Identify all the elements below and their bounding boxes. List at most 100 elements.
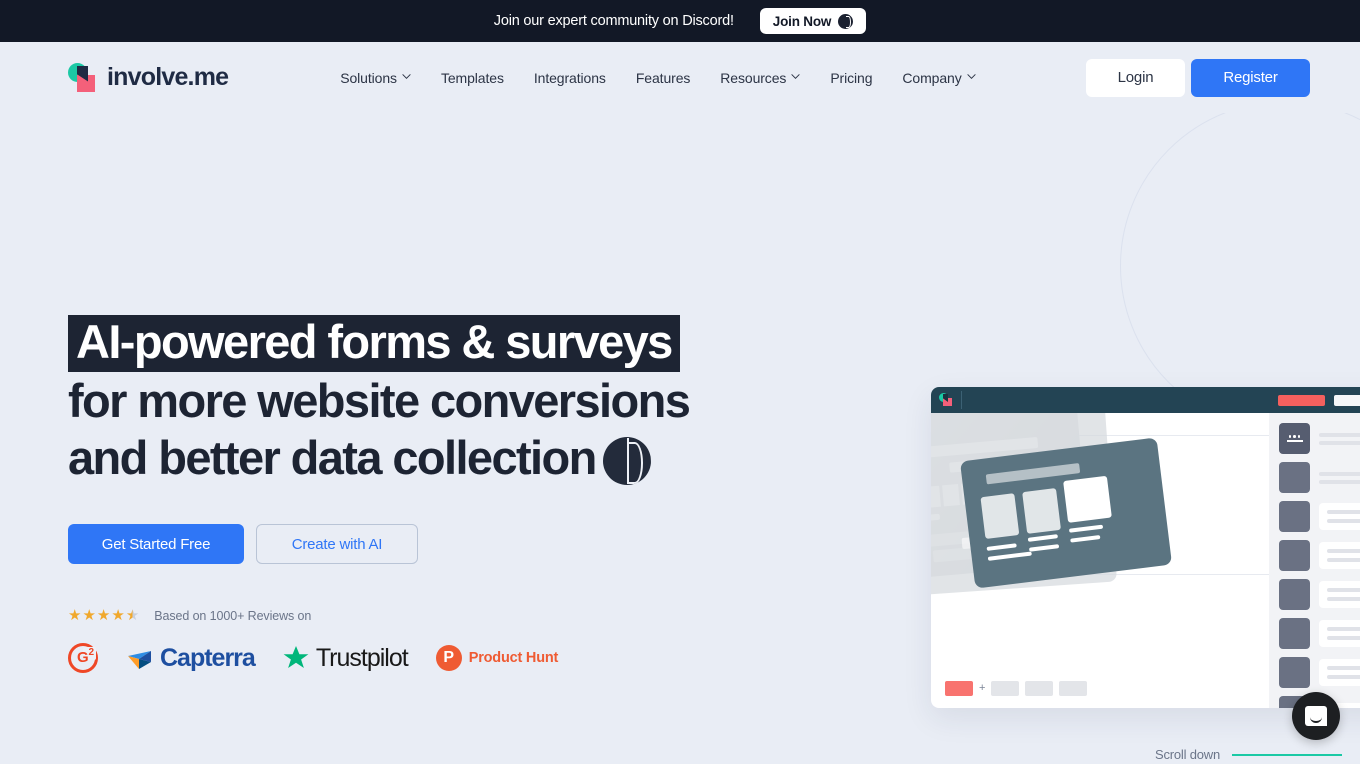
create-with-ai-button[interactable]: Create with AI bbox=[256, 524, 418, 564]
get-started-free-button[interactable]: Get Started Free bbox=[68, 524, 244, 564]
sidebar-item[interactable] bbox=[1279, 501, 1360, 532]
app-mockup-body: + bbox=[931, 413, 1360, 708]
sidebar-tile-icon bbox=[1279, 579, 1310, 610]
nav-item-solutions[interactable]: Solutions bbox=[340, 70, 411, 86]
page-tab[interactable] bbox=[1059, 681, 1088, 696]
badge-capterra[interactable]: Capterra bbox=[126, 643, 256, 673]
nav-label-company: Company bbox=[902, 69, 962, 86]
hero-content: AI-powered forms & surveys for more webs… bbox=[68, 313, 728, 673]
sidebar-item[interactable] bbox=[1279, 657, 1360, 688]
badge-product-hunt[interactable]: P Product Hunt bbox=[435, 645, 559, 671]
logo[interactable]: involve.me bbox=[68, 62, 229, 93]
page-tabs[interactable]: + bbox=[945, 681, 1088, 696]
badge-trustpilot[interactable]: Trustpilot bbox=[283, 643, 409, 673]
capterra-label: Capterra bbox=[160, 643, 256, 672]
sidebar-skeleton bbox=[1319, 471, 1360, 484]
star-icon: ★ bbox=[68, 607, 82, 624]
trustpilot-label: Trustpilot bbox=[315, 643, 409, 672]
sidebar-skeleton-card bbox=[1319, 620, 1360, 647]
sidebar-item[interactable] bbox=[1279, 579, 1360, 610]
rating-stars: ★ ★ ★ ★ ★ bbox=[68, 608, 139, 623]
scroll-down-line bbox=[1232, 753, 1342, 756]
nav-label-integrations: Integrations bbox=[533, 69, 606, 86]
app-logo-icon bbox=[939, 393, 953, 407]
nav-label-features: Features bbox=[635, 69, 691, 86]
nav-label-solutions: Solutions bbox=[340, 69, 397, 86]
badge-g2[interactable]: G 2 bbox=[68, 643, 98, 673]
sidebar-skeleton-card bbox=[1319, 581, 1360, 608]
sidebar-tile-icon bbox=[1279, 501, 1310, 532]
scroll-down-label: Scroll down bbox=[1155, 747, 1220, 762]
announcement-text: Join our expert community on Discord! bbox=[493, 13, 734, 29]
app-mockup-toolbar bbox=[931, 387, 1360, 413]
page-tab[interactable] bbox=[1025, 681, 1054, 696]
chat-bubble-icon bbox=[1305, 706, 1327, 726]
sidebar-tile-icon bbox=[1279, 423, 1310, 454]
page-tab[interactable] bbox=[991, 681, 1020, 696]
involveme-sphere-icon bbox=[602, 437, 651, 485]
sidebar-skeleton-card bbox=[1319, 503, 1360, 530]
reviews-summary: ★ ★ ★ ★ ★ Based on 1000+ Reviews on bbox=[68, 608, 728, 623]
involveme-sphere-icon bbox=[838, 13, 854, 29]
main-nav: Solutions Templates Integrations Feature… bbox=[340, 69, 976, 86]
cta-row: Get Started Free Create with AI bbox=[68, 524, 728, 564]
capterra-icon bbox=[126, 645, 153, 672]
chat-widget-button[interactable] bbox=[1292, 692, 1340, 740]
nav-item-pricing[interactable]: Pricing bbox=[830, 70, 872, 86]
join-now-label: Join Now bbox=[772, 13, 832, 29]
chevron-down-icon bbox=[402, 72, 411, 81]
join-now-button[interactable]: Join Now bbox=[759, 8, 867, 34]
sidebar-tile-icon bbox=[1279, 618, 1310, 649]
nav-item-integrations[interactable]: Integrations bbox=[534, 70, 606, 86]
decorative-arc bbox=[1120, 113, 1360, 431]
announcement-banner: Join our expert community on Discord! Jo… bbox=[0, 0, 1360, 42]
star-icon: ★ bbox=[111, 607, 125, 624]
headline-line-2: for more website conversions bbox=[68, 374, 691, 427]
chevron-down-icon bbox=[967, 72, 976, 81]
toolbar-actions bbox=[1278, 394, 1360, 406]
page-title: AI-powered forms & surveys for more webs… bbox=[68, 313, 728, 486]
sidebar-item[interactable] bbox=[1279, 423, 1360, 454]
star-half-icon: ★ bbox=[125, 607, 140, 624]
nav-item-templates[interactable]: Templates bbox=[441, 70, 504, 86]
g2-superscript: 2 bbox=[88, 647, 94, 658]
toolbar-divider bbox=[961, 391, 962, 409]
headline-highlight: AI-powered forms & surveys bbox=[68, 315, 680, 372]
chevron-down-icon bbox=[791, 72, 800, 81]
sidebar-item[interactable] bbox=[1279, 462, 1360, 493]
app-mockup-window: + bbox=[931, 387, 1360, 708]
headline-line-3: and better data collection bbox=[68, 429, 728, 486]
add-page-button[interactable]: + bbox=[979, 683, 985, 694]
sidebar-skeleton bbox=[1319, 432, 1360, 445]
nav-label-templates: Templates bbox=[440, 69, 504, 86]
star-icon: ★ bbox=[82, 607, 96, 624]
logo-wordmark: involve.me bbox=[107, 63, 229, 91]
header-actions: Login Register bbox=[1086, 58, 1310, 97]
mockup-card-front bbox=[959, 437, 1173, 589]
site-header: involve.me Solutions Templates Integrati… bbox=[0, 42, 1360, 113]
logo-mark-icon bbox=[68, 62, 98, 93]
sidebar-skeleton-card bbox=[1319, 659, 1360, 686]
product-hunt-label: Product Hunt bbox=[468, 650, 559, 666]
sidebar-tile-icon bbox=[1279, 540, 1310, 571]
app-mockup-canvas: + bbox=[931, 413, 1269, 708]
sidebar-item[interactable] bbox=[1279, 618, 1360, 649]
product-hunt-icon: P bbox=[435, 645, 462, 671]
trustpilot-star-icon bbox=[283, 645, 309, 671]
nav-item-company[interactable]: Company bbox=[902, 69, 976, 86]
sidebar-tile-icon bbox=[1279, 462, 1310, 493]
page-tab-active[interactable] bbox=[945, 681, 973, 696]
headline-line-1: AI-powered forms & surveys bbox=[68, 313, 728, 372]
sidebar-tile-icon bbox=[1279, 657, 1310, 688]
hero-section: AI-powered forms & surveys for more webs… bbox=[0, 113, 1360, 764]
hero-illustration: + bbox=[780, 113, 1360, 764]
login-button[interactable]: Login bbox=[1086, 58, 1185, 97]
nav-item-resources[interactable]: Resources bbox=[720, 70, 800, 86]
g2-mark: G bbox=[77, 649, 89, 666]
nav-item-features[interactable]: Features bbox=[635, 69, 691, 86]
review-badges: G 2 Capterra Trustpilot P Product Hunt bbox=[68, 643, 728, 673]
toolbar-chip bbox=[1334, 394, 1360, 406]
sidebar-skeleton-card bbox=[1319, 542, 1360, 569]
sidebar-item[interactable] bbox=[1279, 540, 1360, 571]
register-button[interactable]: Register bbox=[1191, 58, 1310, 97]
